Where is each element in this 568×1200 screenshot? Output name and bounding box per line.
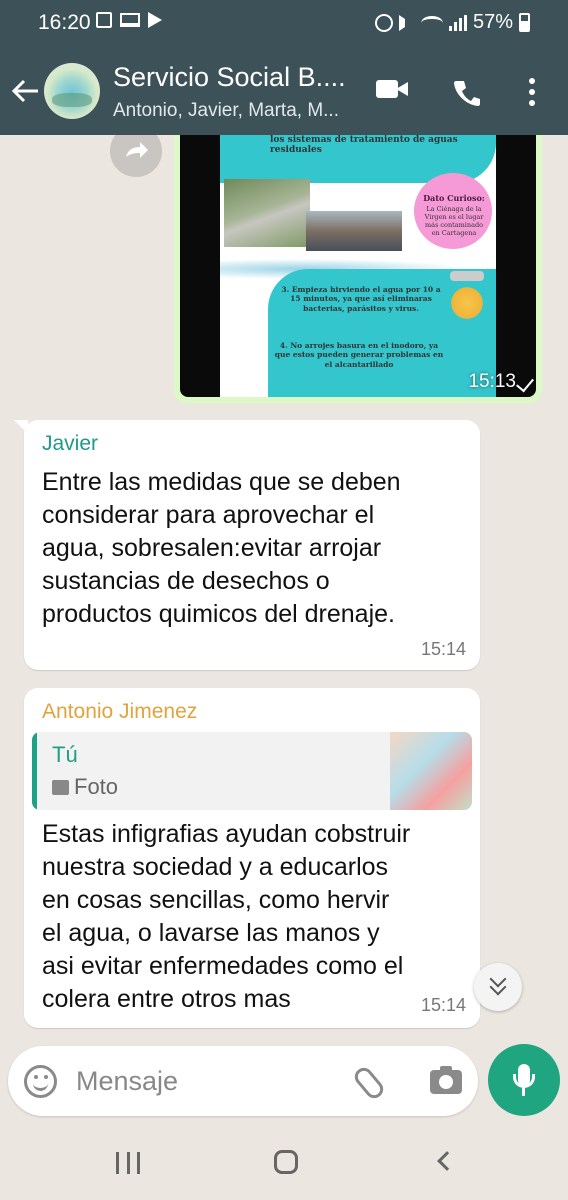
message-sender[interactable]: Antonio Jimenez (42, 700, 197, 724)
battery-icon (519, 13, 530, 32)
infographic-panel: los sistemas de tratamiento de aguas res… (220, 135, 496, 397)
quoted-message[interactable]: Tú Foto (32, 732, 472, 810)
group-avatar[interactable] (44, 63, 100, 119)
scroll-down-button[interactable] (474, 963, 522, 1011)
dato-curioso-text: La Ciénaga de la Virgen es el lugar más … (424, 205, 484, 238)
infographic-step-3: 3. Empieza hirviendo el agua por 10 a 15… (281, 285, 441, 313)
status-bar: 16:20 57% (0, 0, 568, 46)
system-nav-bar (0, 1124, 568, 1200)
signal-icon (448, 14, 467, 31)
camera-icon[interactable] (430, 1066, 462, 1094)
forward-icon[interactable] (110, 135, 162, 177)
status-time: 16:20 (38, 11, 91, 34)
quoted-author: Tú (52, 742, 78, 767)
gallery-notification-icon (96, 12, 112, 28)
wifi-icon (420, 15, 443, 30)
group-name[interactable]: Servicio Social B.... (113, 62, 346, 93)
message-text: Entre las medidas que se deben considera… (42, 468, 401, 628)
system-icons: 57% (374, 11, 530, 34)
quoted-thumbnail (390, 732, 472, 810)
message-time: 15:14 (420, 639, 466, 659)
river-photo (224, 179, 310, 247)
dato-curioso-title: Dato Curioso: (423, 193, 485, 203)
message-time: 15:14 (420, 995, 466, 1015)
chat-area[interactable]: los sistemas de tratamiento de aguas res… (0, 135, 568, 1040)
laptop-notification-icon (120, 13, 140, 27)
message-sender[interactable]: Javier (42, 432, 98, 456)
image-message[interactable]: los sistemas de tratamiento de aguas res… (174, 135, 542, 403)
pollution-photo (306, 211, 402, 251)
hands-graphic (442, 279, 492, 319)
recent-apps-icon[interactable] (116, 1152, 140, 1174)
infographic-top-text: los sistemas de tratamiento de aguas res… (270, 135, 458, 155)
notification-icons (96, 12, 162, 28)
more-options-icon[interactable] (528, 78, 536, 106)
emoji-icon[interactable] (24, 1065, 57, 1098)
message-javier[interactable]: Javier Entre las medidas que se deben co… (14, 420, 480, 670)
microphone-button[interactable] (488, 1044, 560, 1116)
image-message-time: 15:13 (468, 371, 516, 392)
message-input[interactable] (76, 1060, 346, 1102)
nav-back-icon[interactable] (437, 1151, 457, 1171)
group-participants[interactable]: Antonio, Javier, Marta, M... (113, 100, 339, 122)
battery-percent: 57% (472, 11, 513, 33)
message-input-bar (8, 1046, 478, 1116)
photo-icon (52, 780, 69, 795)
phone-call-icon[interactable] (452, 78, 482, 108)
home-icon[interactable] (274, 1150, 298, 1174)
infographic-image[interactable]: los sistemas de tratamiento de aguas res… (180, 135, 536, 397)
quoted-type: Foto (74, 774, 119, 799)
alarm-icon (374, 13, 393, 32)
infographic-step-4: 4. No arrojes basura en el inodoro, ya q… (274, 341, 444, 369)
message-text: Estas infigrafias ayudan cobstruir nuest… (42, 820, 411, 1013)
video-call-icon[interactable] (376, 78, 408, 100)
chat-header: Servicio Social B.... Antonio, Javier, M… (0, 46, 568, 135)
message-antonio[interactable]: Antonio Jimenez Tú Foto Estas infigrafia… (24, 688, 480, 1028)
play-notification-icon (148, 12, 162, 28)
back-arrow-icon[interactable] (10, 76, 40, 106)
mute-icon (398, 14, 415, 31)
attach-icon[interactable] (351, 1064, 387, 1102)
